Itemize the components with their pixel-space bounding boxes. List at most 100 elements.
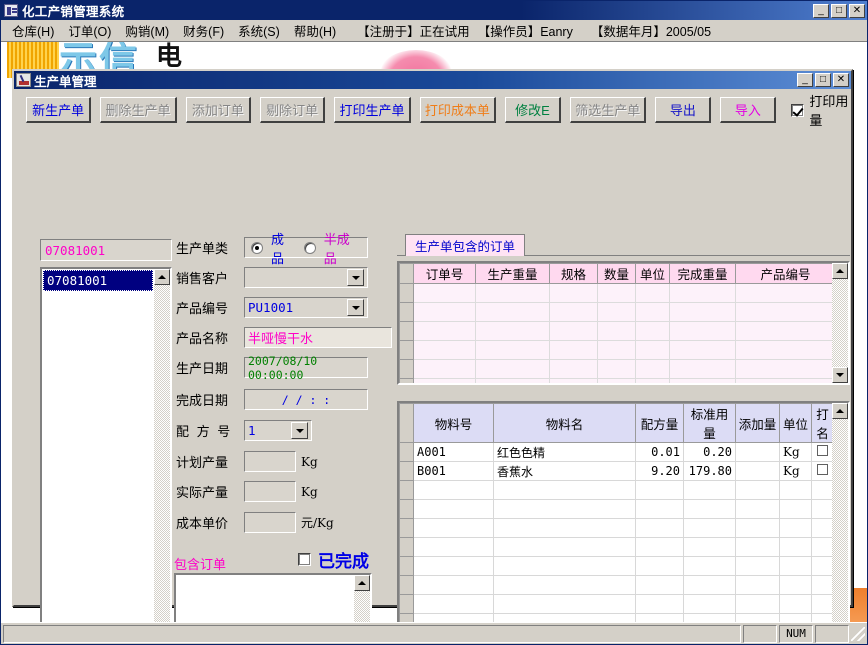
- row-header-cell[interactable]: [399, 442, 414, 462]
- table-cell[interactable]: [635, 594, 684, 614]
- chevron-down-icon[interactable]: [347, 299, 364, 316]
- row-header-cell[interactable]: [399, 359, 414, 379]
- table-cell[interactable]: [735, 283, 832, 303]
- table-cell[interactable]: [669, 302, 736, 322]
- table-row[interactable]: [399, 480, 832, 500]
- table-cell[interactable]: [413, 518, 494, 538]
- table-cell[interactable]: [413, 613, 494, 622]
- table-cell[interactable]: [493, 499, 636, 519]
- child-close-button[interactable]: ✕: [833, 73, 849, 87]
- table-cell[interactable]: [475, 283, 550, 303]
- table-cell[interactable]: [735, 556, 780, 576]
- table-cell[interactable]: [669, 378, 736, 383]
- table-cell[interactable]: [413, 556, 494, 576]
- table-row[interactable]: [399, 594, 832, 614]
- table-cell[interactable]: [413, 537, 494, 557]
- table-row[interactable]: [399, 556, 832, 576]
- orders-grid[interactable]: 订单号 生产重量 规格 数量 单位 完成重量 产品编号: [397, 261, 850, 385]
- cell-unit[interactable]: Kg: [779, 442, 812, 462]
- table-row[interactable]: [399, 518, 832, 538]
- menu-item-purchase-sales[interactable]: 购销(M): [118, 19, 176, 42]
- table-cell[interactable]: [635, 378, 670, 383]
- menu-item-help[interactable]: 帮助(H): [287, 19, 343, 42]
- table-cell[interactable]: [635, 340, 670, 360]
- child-maximize-button[interactable]: □: [815, 73, 831, 87]
- child-minimize-button[interactable]: _: [797, 73, 813, 87]
- table-cell[interactable]: [475, 359, 550, 379]
- recipe-no-combobox[interactable]: 1: [244, 420, 312, 441]
- table-cell[interactable]: [413, 302, 476, 322]
- orders-grid-scrollbar[interactable]: [832, 263, 848, 383]
- table-row[interactable]: [399, 575, 832, 595]
- table-cell[interactable]: [779, 594, 812, 614]
- table-cell[interactable]: [683, 499, 736, 519]
- planned-output-field[interactable]: [244, 451, 296, 472]
- table-cell[interactable]: [735, 518, 780, 538]
- table-cell[interactable]: [493, 556, 636, 576]
- table-cell[interactable]: [549, 321, 598, 341]
- row-header-cell[interactable]: [399, 613, 414, 622]
- cost-price-field[interactable]: [244, 512, 296, 533]
- row-header-cell[interactable]: [399, 461, 414, 481]
- table-cell[interactable]: [735, 613, 780, 622]
- cell-std-usage[interactable]: 0.20: [683, 442, 736, 462]
- table-cell[interactable]: [683, 575, 736, 595]
- materials-grid-scrollbar[interactable]: [832, 403, 848, 622]
- tab-orders-in-production-order[interactable]: 生产单包含的订单: [405, 234, 526, 256]
- cell-material-name[interactable]: 红色色精: [493, 442, 636, 462]
- table-row[interactable]: A001 红色色精 0.01 0.20 Kg: [399, 442, 832, 462]
- table-cell[interactable]: [635, 613, 684, 622]
- cell-recipe-qty[interactable]: 9.20: [635, 461, 684, 481]
- table-cell[interactable]: [735, 499, 780, 519]
- table-cell[interactable]: [635, 283, 670, 303]
- customer-combobox[interactable]: [244, 267, 368, 288]
- table-cell[interactable]: [635, 480, 684, 500]
- table-cell[interactable]: [779, 518, 812, 538]
- produce-date-field[interactable]: 2007/08/10 00:00:00: [244, 354, 368, 382]
- cell-print-checkbox[interactable]: [811, 442, 832, 462]
- app-maximize-button[interactable]: □: [831, 3, 847, 18]
- table-cell[interactable]: [735, 575, 780, 595]
- table-cell[interactable]: [475, 340, 550, 360]
- table-cell[interactable]: [779, 480, 812, 500]
- table-cell[interactable]: [597, 359, 636, 379]
- order-type-radio-group[interactable]: 成品 半成品: [244, 232, 368, 266]
- table-cell[interactable]: [635, 537, 684, 557]
- table-cell[interactable]: [735, 302, 832, 322]
- table-cell[interactable]: [413, 575, 494, 595]
- table-cell[interactable]: [735, 537, 780, 557]
- cell-material-code[interactable]: A001: [413, 442, 494, 462]
- row-header-cell[interactable]: [399, 575, 414, 595]
- table-row[interactable]: [399, 302, 832, 322]
- cell-added-qty[interactable]: [735, 461, 780, 481]
- table-cell[interactable]: [735, 359, 832, 379]
- table-cell[interactable]: [735, 321, 832, 341]
- radio-finished-product[interactable]: [251, 241, 263, 254]
- table-cell[interactable]: [735, 594, 780, 614]
- table-cell[interactable]: [413, 378, 476, 383]
- cell-print-checkbox[interactable]: [811, 461, 832, 481]
- radio-semi-finished-product[interactable]: [303, 241, 316, 254]
- menu-item-warehouse[interactable]: 仓库(H): [5, 19, 61, 42]
- row-header-cell[interactable]: [399, 340, 414, 360]
- cell-unit[interactable]: Kg: [779, 461, 812, 481]
- cell-material-name[interactable]: 香蕉水: [493, 461, 636, 481]
- finish-date-field[interactable]: / / : :: [244, 389, 368, 410]
- table-cell[interactable]: [635, 556, 684, 576]
- table-row[interactable]: [399, 613, 832, 622]
- table-cell[interactable]: [597, 283, 636, 303]
- cell-material-code[interactable]: B001: [413, 461, 494, 481]
- table-cell[interactable]: [811, 575, 832, 595]
- completed-checkbox[interactable]: 已完成: [298, 547, 369, 572]
- table-cell[interactable]: [683, 613, 736, 622]
- table-row[interactable]: [399, 378, 832, 383]
- row-header-cell[interactable]: [399, 556, 414, 576]
- table-cell[interactable]: [413, 499, 494, 519]
- table-cell[interactable]: [597, 340, 636, 360]
- table-cell[interactable]: [779, 613, 812, 622]
- table-cell[interactable]: [413, 359, 476, 379]
- row-header-cell[interactable]: [399, 537, 414, 557]
- table-cell[interactable]: [779, 537, 812, 557]
- table-cell[interactable]: [413, 480, 494, 500]
- table-cell[interactable]: [413, 594, 494, 614]
